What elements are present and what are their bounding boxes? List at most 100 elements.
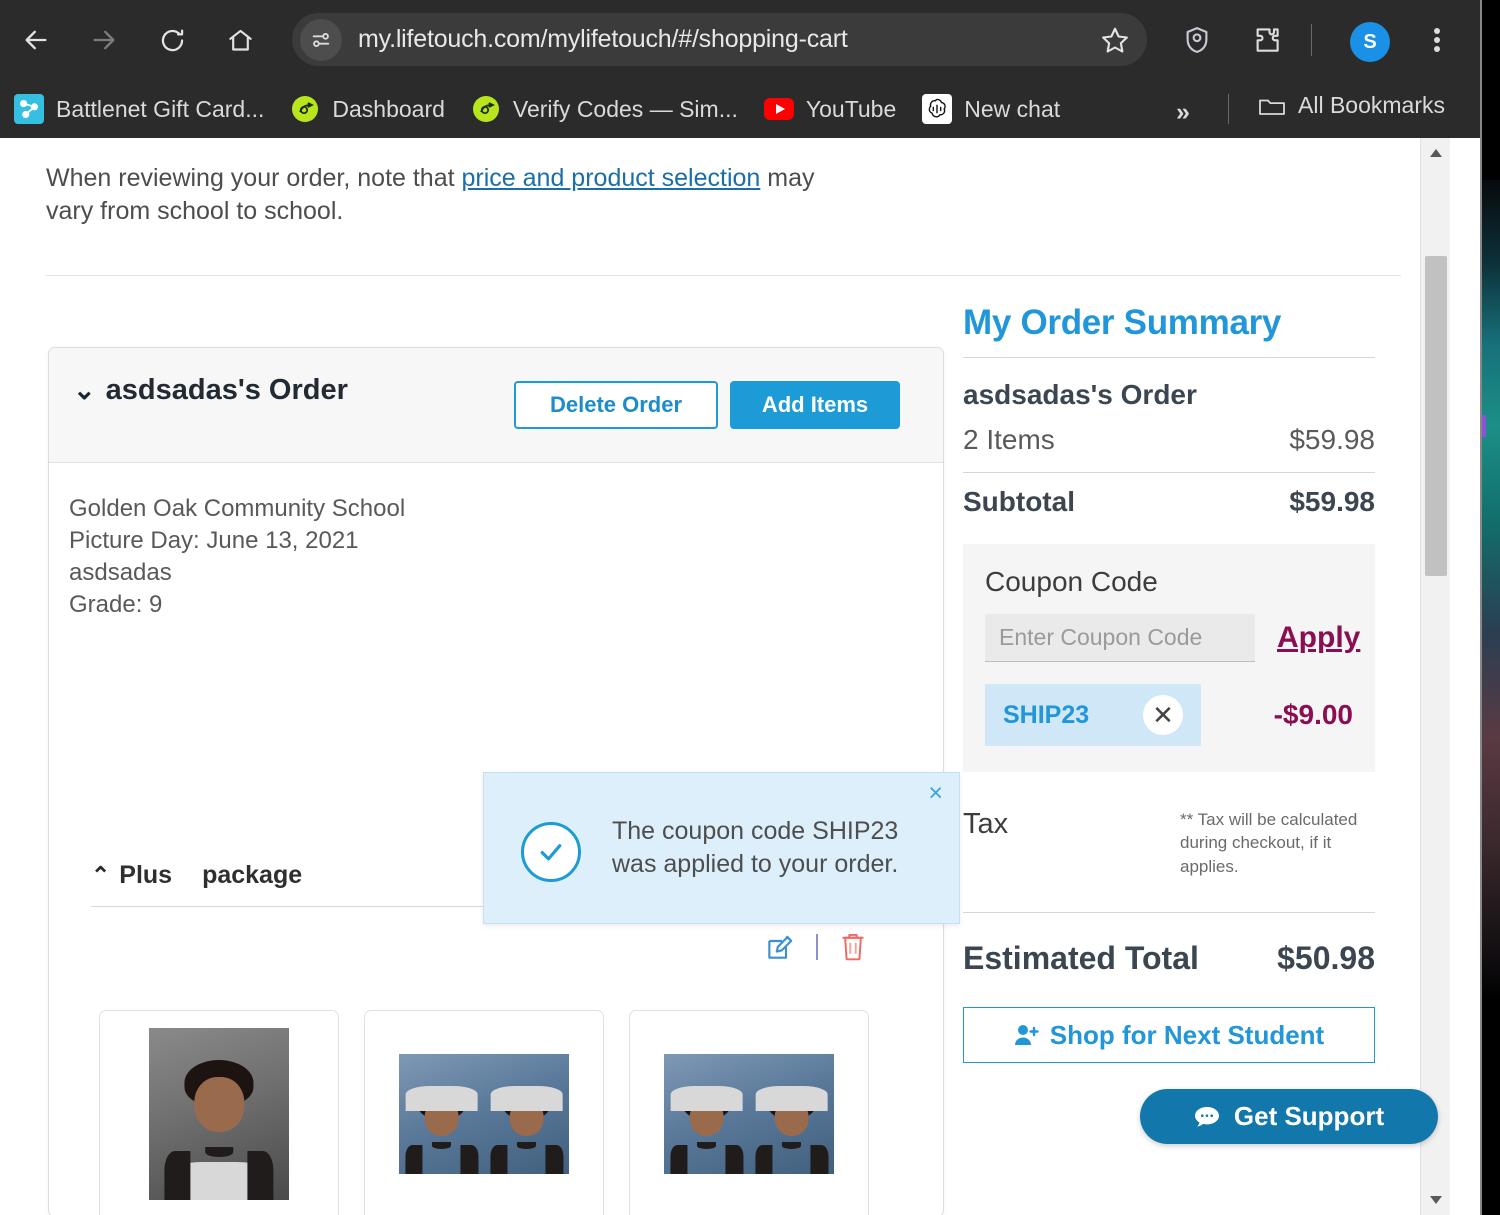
bookmark-label: Battlenet Gift Card... [56,95,265,122]
check-circle-icon [521,822,581,882]
remove-coupon-icon[interactable]: ✕ [1143,695,1183,735]
folder-icon [1258,94,1286,118]
summary-divider [963,472,1375,473]
bookmarks-bar: Battlenet Gift Card... Dashboard Verify … [0,80,1480,138]
toast-message: The coupon code SHIP23 was applied to yo… [612,817,899,878]
portrait-half [484,1054,569,1174]
order-collapse-toggle[interactable]: ⌄ asdsadas's Order [73,374,348,407]
school-info: Golden Oak Community School Picture Day:… [69,493,405,621]
avatar[interactable]: S [1350,22,1390,62]
reload-icon[interactable] [148,16,196,64]
bookmark-label: Dashboard [332,95,445,122]
chat-bubble-icon [1194,1106,1234,1128]
package-name: Plus [119,861,173,889]
package-collapse-toggle[interactable]: ⌃ Plus package [91,861,302,890]
estimated-total-row: Estimated Total $50.98 [963,940,1375,977]
bookmark-dashboard[interactable]: Dashboard [290,94,445,124]
estimated-total-label: Estimated Total [963,940,1199,977]
summary-divider [963,357,1375,358]
extensions-puzzle-icon[interactable] [1245,18,1289,62]
chevron-down-icon: ⌄ [73,375,96,405]
bookmark-new-chat[interactable]: New chat [922,94,1060,124]
page-scrollbar[interactable] [1420,138,1450,1215]
trash-icon[interactable] [838,931,868,963]
picture-day: Picture Day: June 13, 2021 [69,526,359,554]
site-info-icon[interactable] [300,18,342,61]
action-divider [816,934,818,960]
scroll-down-arrow-icon[interactable] [1421,1185,1451,1215]
page-content: When reviewing your order, note that pri… [0,138,1450,1215]
summary-items-value: $59.98 [1289,424,1375,455]
bookmark-label: YouTube [805,95,897,122]
portrait-photo-5x7-pair [399,1053,569,1174]
notice-divider [46,275,1401,276]
summary-items-label: 2 Items [963,424,1055,455]
portrait-half [749,1054,834,1174]
add-user-icon [1014,1023,1050,1047]
green-circle-icon [471,94,501,124]
price-notice: When reviewing your order, note that pri… [46,162,836,229]
product-tile[interactable]: (2) - 5x7 [364,1010,604,1215]
bookmark-label: New chat [964,95,1061,122]
battlenet-icon [14,94,44,124]
shop-for-next-student-button[interactable]: Shop for Next Student [963,1007,1375,1064]
shop-next-student-label: Shop for Next Student [1049,1019,1325,1050]
green-circle-icon [290,94,320,124]
bookmark-verify-codes[interactable]: Verify Codes — Sim... [471,94,738,124]
shield-icon[interactable] [1175,18,1219,62]
coupon-input-row: Apply [985,614,1360,662]
student-name: asdsadas [69,558,172,586]
portrait-photo-5x7-pair [664,1053,834,1174]
url-text[interactable]: my.lifetouch.com/mylifetouch/#/shopping-… [358,25,1093,54]
forward-icon[interactable] [80,16,128,64]
home-icon[interactable] [216,16,264,64]
kebab-menu-icon[interactable] [1415,18,1459,62]
bookmark-youtube[interactable]: YouTube [763,94,897,124]
all-bookmarks-label: All Bookmarks [1298,92,1445,118]
scrollbar-thumb[interactable] [1425,256,1447,576]
summary-student-order: asdsadas's Order [963,379,1197,410]
estimated-total-value: $50.98 [1277,940,1375,977]
product-tiles: (1) - 8x10 [99,1010,894,1215]
tax-row: Tax ** Tax will be calculated during che… [963,808,1375,912]
back-icon[interactable] [12,16,60,64]
chevron-up-icon: ⌃ [91,862,111,888]
get-support-button[interactable]: Get Support [1140,1089,1438,1144]
bookmarks-overflow-icon[interactable]: » [1168,94,1198,131]
order-title: asdsadas's Order [105,374,348,406]
portrait-half [664,1054,749,1174]
close-icon[interactable]: × [928,781,943,806]
edit-icon[interactable] [764,931,796,963]
product-image-wrap [149,1011,289,1215]
apply-coupon-link[interactable]: Apply [1277,621,1360,655]
all-bookmarks-button[interactable]: All Bookmarks [1258,92,1445,119]
price-product-selection-link[interactable]: price and product selection [462,164,761,192]
package-word: package [202,861,303,889]
notice-before: When reviewing your order, note that [46,164,462,192]
product-tile[interactable]: (1) - 8x10 [99,1010,339,1215]
bookmark-star-icon[interactable] [1093,18,1137,62]
browser-toolbar: my.lifetouch.com/mylifetouch/#/shopping-… [0,0,1480,80]
coupon-applied-toast: × The coupon code SHIP23 was applied to … [483,772,960,924]
delete-order-button[interactable]: Delete Order [514,381,718,429]
product-image-wrap [399,1011,569,1215]
subtotal-value: $59.98 [1289,486,1375,517]
product-tile[interactable]: (2) - 5x7 [629,1010,869,1215]
coupon-input[interactable] [985,614,1255,662]
order-card-header: ⌄ asdsadas's Order Delete Order Add Item… [49,348,943,463]
tax-note: ** Tax will be calculated during checkou… [1180,810,1358,876]
summary-divider [963,912,1375,914]
add-items-button[interactable]: Add Items [730,381,900,429]
bookmark-battlenet[interactable]: Battlenet Gift Card... [14,94,264,124]
item-actions [764,931,868,963]
openai-icon [922,94,953,124]
address-bar[interactable]: my.lifetouch.com/mylifetouch/#/shopping-… [292,13,1147,66]
bookmarks-divider [1228,94,1229,124]
applied-coupon-tag: SHIP23 ✕ [985,684,1201,746]
page-viewport: When reviewing your order, note that pri… [0,138,1480,1215]
get-support-label: Get Support [1233,1101,1385,1131]
scroll-up-arrow-icon[interactable] [1421,138,1451,168]
order-summary: My Order Summary asdsadas's Order 2 Item… [963,303,1375,1064]
youtube-icon [763,94,794,124]
summary-items-row: 2 Items $59.98 [963,424,1375,456]
